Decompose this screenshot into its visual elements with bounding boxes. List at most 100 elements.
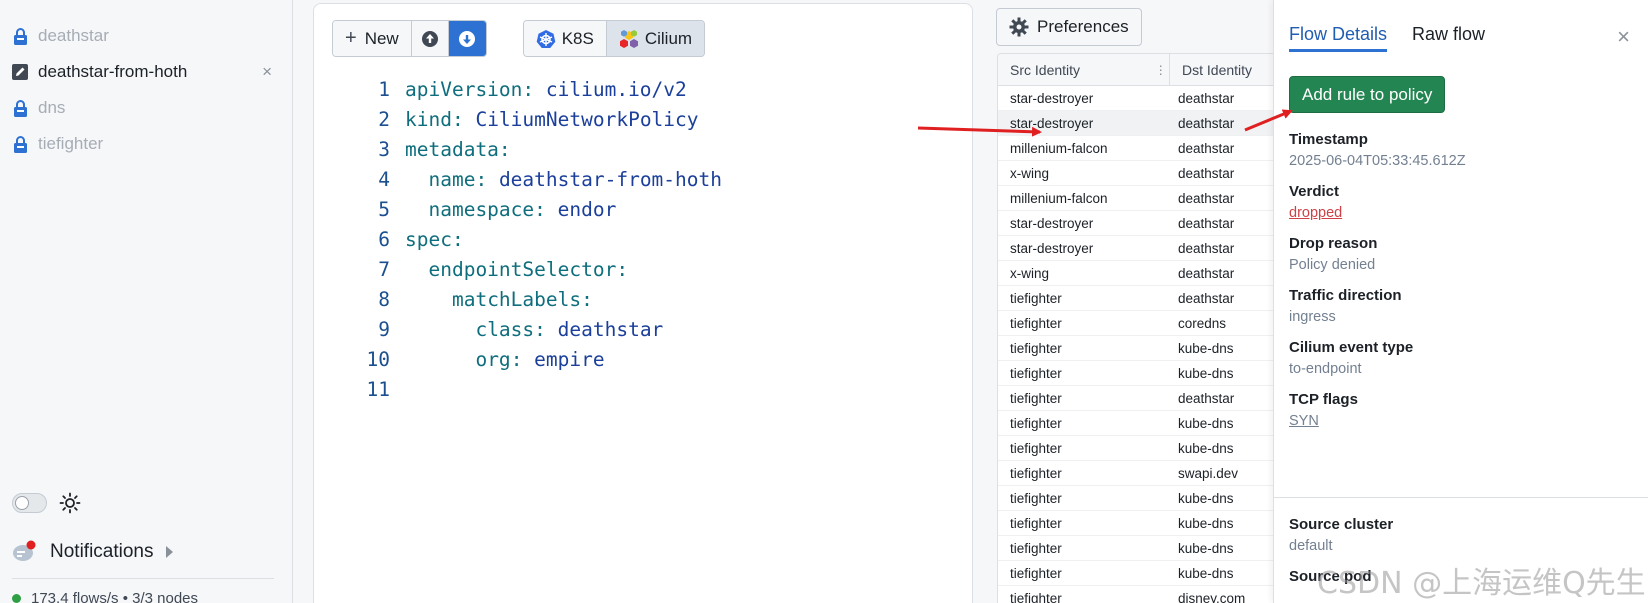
src-identity-cell: tiefighter	[1010, 390, 1062, 406]
flow-row[interactable]: tiefighter deathstar	[998, 286, 1286, 311]
src-identity-cell: tiefighter	[1010, 415, 1062, 431]
toggle-knob	[15, 496, 29, 510]
code-line: 6 spec:	[314, 224, 972, 254]
detail-field: Traffic direction ingress	[1289, 287, 1629, 325]
field-value[interactable]: SYN	[1289, 413, 1629, 429]
dst-identity-cell: deathstar	[1178, 115, 1235, 131]
flow-row[interactable]: x-wing deathstar	[998, 161, 1286, 186]
policy-item-deathstar[interactable]: deathstar	[12, 18, 282, 54]
yaml-value: deathstar	[557, 317, 664, 341]
detail-field: TCP flags SYN	[1289, 391, 1629, 429]
dst-identity-cell: deathstar	[1178, 265, 1235, 281]
field-value: default	[1289, 538, 1333, 554]
flow-row[interactable]: star-destroyer deathstar	[998, 211, 1286, 236]
new-policy-button[interactable]: + New	[333, 21, 412, 56]
dst-identity-cell: deathstar	[1178, 390, 1235, 406]
dst-identity-cell: kube-dns	[1178, 490, 1234, 506]
dst-identity-header[interactable]: Dst Identity	[1170, 54, 1252, 85]
k8s-label: K8S	[561, 28, 594, 48]
code-line: 10 org: empire	[314, 344, 972, 374]
flow-row[interactable]: tiefighter swapi.dev	[998, 461, 1286, 486]
field-label: Verdict	[1289, 183, 1340, 200]
upload-icon	[421, 30, 438, 47]
flow-row[interactable]: tiefighter deathstar	[998, 386, 1286, 411]
flow-row[interactable]: tiefighter kube-dns	[998, 486, 1286, 511]
flow-row[interactable]: tiefighter kube-dns	[998, 336, 1286, 361]
details-tabs: Flow Details Raw flow	[1289, 24, 1510, 52]
flow-row[interactable]: tiefighter kube-dns	[998, 411, 1286, 436]
kubernetes-icon	[536, 29, 556, 48]
policy-item-deathstar-from-hoth[interactable]: deathstar-from-hoth ×	[12, 54, 282, 90]
code-line: 2 kind: CiliumNetworkPolicy	[314, 104, 972, 134]
field-label: TCP flags	[1289, 391, 1358, 408]
add-rule-to-policy-button[interactable]: Add rule to policy	[1289, 76, 1446, 113]
upload-button[interactable]	[411, 21, 449, 56]
flow-row[interactable]: tiefighter kube-dns	[998, 361, 1286, 386]
column-menu-icon[interactable]: · · ·	[1158, 58, 1163, 80]
flow-row[interactable]: tiefighter disney.com	[998, 586, 1286, 603]
watermark: CSDN @上海运维Q先生	[1317, 566, 1646, 601]
flow-row[interactable]: star-destroyer deathstar	[998, 111, 1286, 136]
editor-toolbar: + New K8S Cilium	[332, 20, 706, 57]
notifications-toggle[interactable]: Notifications	[12, 540, 173, 564]
flow-row[interactable]: tiefighter kube-dns	[998, 436, 1286, 461]
line-number: 11	[366, 377, 390, 401]
tab-raw-flow[interactable]: Raw flow	[1412, 24, 1485, 52]
flow-row[interactable]: x-wing deathstar	[998, 261, 1286, 286]
line-number: 2	[378, 107, 390, 131]
field-value: ingress	[1289, 309, 1336, 325]
policy-item-dns[interactable]: dns	[12, 90, 282, 126]
flow-row[interactable]: millenium-falcon deathstar	[998, 136, 1286, 161]
line-number: 10	[366, 347, 390, 371]
field-value[interactable]: dropped	[1289, 205, 1629, 221]
close-details-icon[interactable]: ×	[1617, 24, 1630, 50]
notifications-icon	[13, 540, 36, 561]
src-identity-cell: star-destroyer	[1010, 115, 1094, 131]
status-dot-icon	[12, 594, 21, 603]
yaml-code-editor[interactable]: 1 apiVersion: cilium.io/v2 2 kind: CiliumNe…	[314, 74, 972, 404]
theme-toggle[interactable]	[12, 493, 47, 513]
dst-identity-cell: kube-dns	[1178, 515, 1234, 531]
preferences-button[interactable]: Preferences	[996, 8, 1142, 46]
yaml-colon: :	[451, 227, 464, 251]
flow-row[interactable]: tiefighter coredns	[998, 311, 1286, 336]
src-identity-header[interactable]: Src Identity · · ·	[998, 54, 1170, 85]
dst-identity-cell: kube-dns	[1178, 540, 1234, 556]
yaml-key: metadata	[405, 137, 499, 161]
flow-row[interactable]: tiefighter kube-dns	[998, 511, 1286, 536]
yaml-value: deathstar-from-hoth	[498, 167, 722, 191]
field-label: Cilium event type	[1289, 339, 1414, 356]
dst-identity-cell: deathstar	[1178, 90, 1235, 106]
yaml-colon: :	[581, 287, 593, 311]
flow-row[interactable]: star-destroyer deathstar	[998, 236, 1286, 261]
src-identity-cell: star-destroyer	[1010, 90, 1094, 106]
cilium-tab[interactable]: Cilium	[606, 21, 705, 56]
flow-row[interactable]: tiefighter kube-dns	[998, 561, 1286, 586]
dst-identity-cell: deathstar	[1178, 290, 1235, 306]
close-policy-icon[interactable]: ×	[262, 62, 272, 82]
src-identity-cell: tiefighter	[1010, 440, 1062, 456]
tab-flow-details[interactable]: Flow Details	[1289, 24, 1388, 52]
yaml-key: class	[475, 317, 535, 341]
policy-item-tiefighter[interactable]: tiefighter	[12, 126, 282, 162]
field-value: 2025-06-04T05:33:45.612Z	[1289, 153, 1466, 169]
yaml-value: CiliumNetworkPolicy	[475, 107, 699, 131]
code-line: 7 endpointSelector:	[314, 254, 972, 284]
download-icon	[459, 30, 476, 47]
flow-row[interactable]: star-destroyer deathstar	[998, 86, 1286, 111]
yaml-colon: :	[510, 347, 535, 371]
expand-caret-icon	[165, 546, 173, 558]
flow-row[interactable]: tiefighter kube-dns	[998, 536, 1286, 561]
src-identity-cell: tiefighter	[1010, 590, 1062, 603]
download-button[interactable]	[448, 21, 486, 56]
flow-row[interactable]: millenium-falcon deathstar	[998, 186, 1286, 211]
flows-table-header: Src Identity · · · Dst Identity	[998, 54, 1286, 86]
field-label: Source cluster	[1289, 516, 1394, 533]
k8s-tab[interactable]: K8S	[523, 21, 607, 56]
field-label: Traffic direction	[1289, 287, 1402, 304]
plus-icon: +	[345, 27, 357, 49]
